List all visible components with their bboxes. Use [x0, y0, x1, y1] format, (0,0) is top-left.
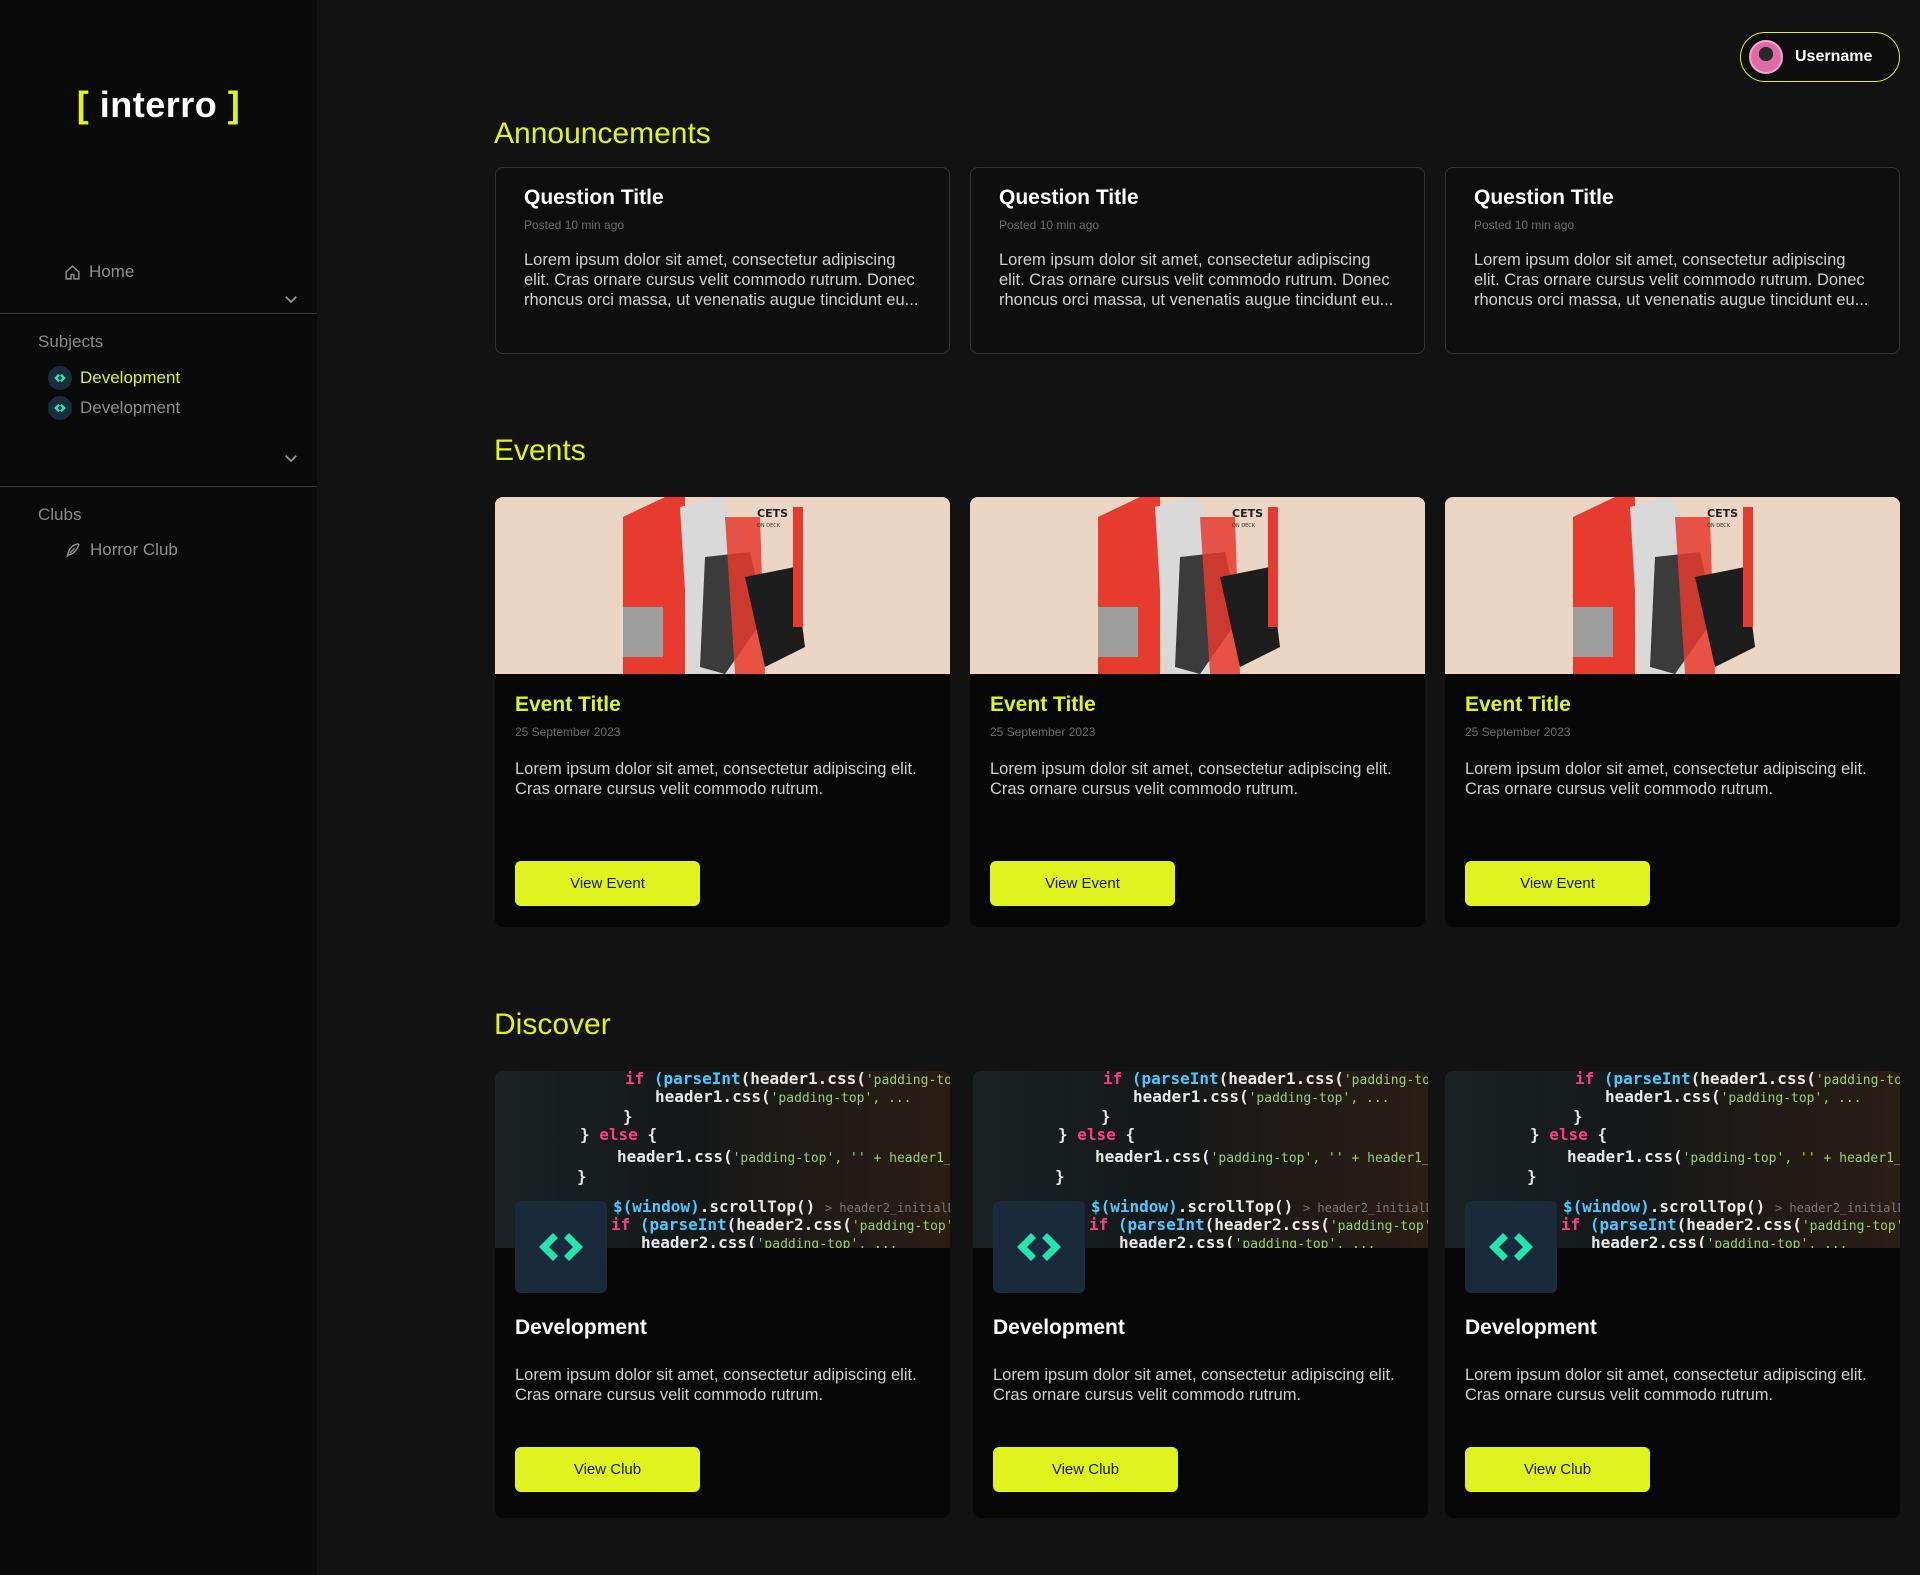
club-description: Lorem ipsum dolor sit amet, consectetur … — [515, 1366, 917, 1404]
logo[interactable]: [ interro ] — [0, 84, 317, 126]
event-title: Event Title — [1465, 693, 1571, 716]
sidebar-divider — [0, 313, 317, 314]
sidebar-item-label: Development — [80, 368, 181, 387]
subjects-heading: Subjects — [38, 332, 104, 351]
events-heading: Events — [494, 434, 586, 467]
announcement-time: Posted 10 min ago — [524, 218, 625, 232]
event-card: CETS ON DECK Event Title 25 September 20… — [970, 497, 1425, 927]
club-title: Development — [993, 1316, 1125, 1339]
sidebar-item-home[interactable]: Home — [64, 262, 134, 282]
event-poster-image: CETS ON DECK — [970, 497, 1425, 674]
chevron-down-icon[interactable] — [282, 290, 300, 308]
club-code-icon — [515, 1201, 607, 1293]
event-card: CETS ON DECK Event Title 25 September 20… — [495, 497, 950, 927]
logo-bracket-left: [ — [76, 84, 90, 125]
announcement-card[interactable]: Question Title Posted 10 min ago Lorem i… — [495, 167, 950, 354]
sidebar-item-development[interactable]: Development — [48, 366, 180, 390]
feather-icon — [66, 543, 80, 558]
announcement-body: Lorem ipsum dolor sit amet, consectetur … — [1474, 251, 1869, 309]
club-code-icon — [1465, 1201, 1557, 1293]
poster-text: CETS — [757, 507, 788, 520]
sidebar: [ interro ] Home Subjects Development De… — [0, 0, 317, 1575]
club-card: if (parseInt(header1.css('padding-top' h… — [1445, 1071, 1900, 1518]
poster-text: CETS — [1232, 507, 1263, 520]
event-description: Lorem ipsum dolor sit amet, consectetur … — [1465, 760, 1867, 798]
view-event-button[interactable]: View Event — [515, 861, 700, 906]
announcement-body: Lorem ipsum dolor sit amet, consectetur … — [524, 251, 919, 309]
club-card: if (parseInt(header1.css('padding-top' h… — [495, 1071, 950, 1518]
club-code-icon — [993, 1201, 1085, 1293]
announcements-heading: Announcements — [494, 117, 711, 150]
view-event-button[interactable]: View Event — [990, 861, 1175, 906]
user-menu-button[interactable]: Username — [1740, 32, 1900, 82]
poster-subtext: ON DECK — [1707, 523, 1731, 529]
clubs-heading: Clubs — [38, 505, 82, 524]
event-title: Event Title — [990, 693, 1096, 716]
event-date: 25 September 2023 — [515, 725, 621, 739]
poster-text: CETS — [1707, 507, 1738, 520]
sidebar-item-horror-club[interactable]: Horror Club — [64, 540, 178, 560]
code-icon — [48, 396, 72, 420]
club-card: if (parseInt(header1.css('padding-top' h… — [973, 1071, 1428, 1518]
event-title: Event Title — [515, 693, 621, 716]
announcement-card[interactable]: Question Title Posted 10 min ago Lorem i… — [970, 167, 1425, 354]
logo-bracket-right: ] — [227, 84, 241, 125]
username-label: Username — [1795, 48, 1873, 65]
announcement-time: Posted 10 min ago — [999, 218, 1100, 232]
code-icon — [48, 366, 72, 390]
poster-subtext: ON DECK — [1232, 523, 1256, 529]
event-card: CETS ON DECK Event Title 25 September 20… — [1445, 497, 1900, 927]
chevron-down-icon[interactable] — [282, 449, 300, 467]
club-title: Development — [515, 1316, 647, 1339]
discover-heading: Discover — [494, 1008, 611, 1041]
home-icon — [65, 264, 80, 280]
announcement-body: Lorem ipsum dolor sit amet, consectetur … — [999, 251, 1394, 309]
event-date: 25 September 2023 — [990, 725, 1096, 739]
event-poster-image: CETS ON DECK — [495, 497, 950, 674]
view-club-button[interactable]: View Club — [993, 1447, 1178, 1492]
view-club-button[interactable]: View Club — [1465, 1447, 1650, 1492]
event-date: 25 September 2023 — [1465, 725, 1571, 739]
announcement-title: Question Title — [1474, 186, 1614, 209]
club-description: Lorem ipsum dolor sit amet, consectetur … — [993, 1366, 1395, 1404]
poster-subtext: ON DECK — [757, 523, 781, 529]
view-club-button[interactable]: View Club — [515, 1447, 700, 1492]
sidebar-item-development[interactable]: Development — [48, 396, 180, 420]
announcement-time: Posted 10 min ago — [1474, 218, 1575, 232]
announcement-title: Question Title — [999, 186, 1139, 209]
avatar — [1749, 40, 1783, 74]
event-description: Lorem ipsum dolor sit amet, consectetur … — [990, 760, 1392, 798]
sidebar-item-label: Home — [89, 262, 135, 281]
announcement-title: Question Title — [524, 186, 664, 209]
sidebar-item-label: Development — [80, 398, 181, 417]
logo-text: interro — [99, 84, 218, 125]
view-event-button[interactable]: View Event — [1465, 861, 1650, 906]
sidebar-item-label: Horror Club — [90, 540, 178, 559]
sidebar-divider — [0, 486, 317, 487]
event-description: Lorem ipsum dolor sit amet, consectetur … — [515, 760, 917, 798]
club-description: Lorem ipsum dolor sit amet, consectetur … — [1465, 1366, 1867, 1404]
event-poster-image: CETS ON DECK — [1445, 497, 1900, 674]
club-title: Development — [1465, 1316, 1597, 1339]
announcement-card[interactable]: Question Title Posted 10 min ago Lorem i… — [1445, 167, 1900, 354]
